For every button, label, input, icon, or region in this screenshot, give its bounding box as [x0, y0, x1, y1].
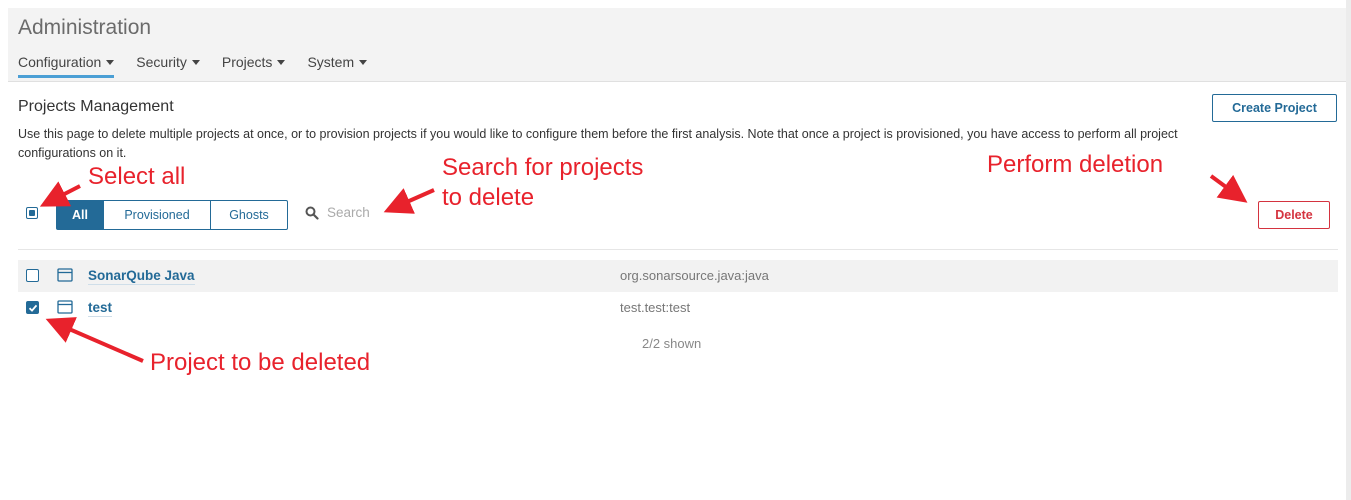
arrow-select-all	[39, 181, 81, 207]
arrow-search	[383, 188, 435, 214]
annotation-arrows	[39, 174, 1248, 363]
arrow-delete	[1209, 174, 1248, 203]
arrow-project	[45, 317, 144, 363]
